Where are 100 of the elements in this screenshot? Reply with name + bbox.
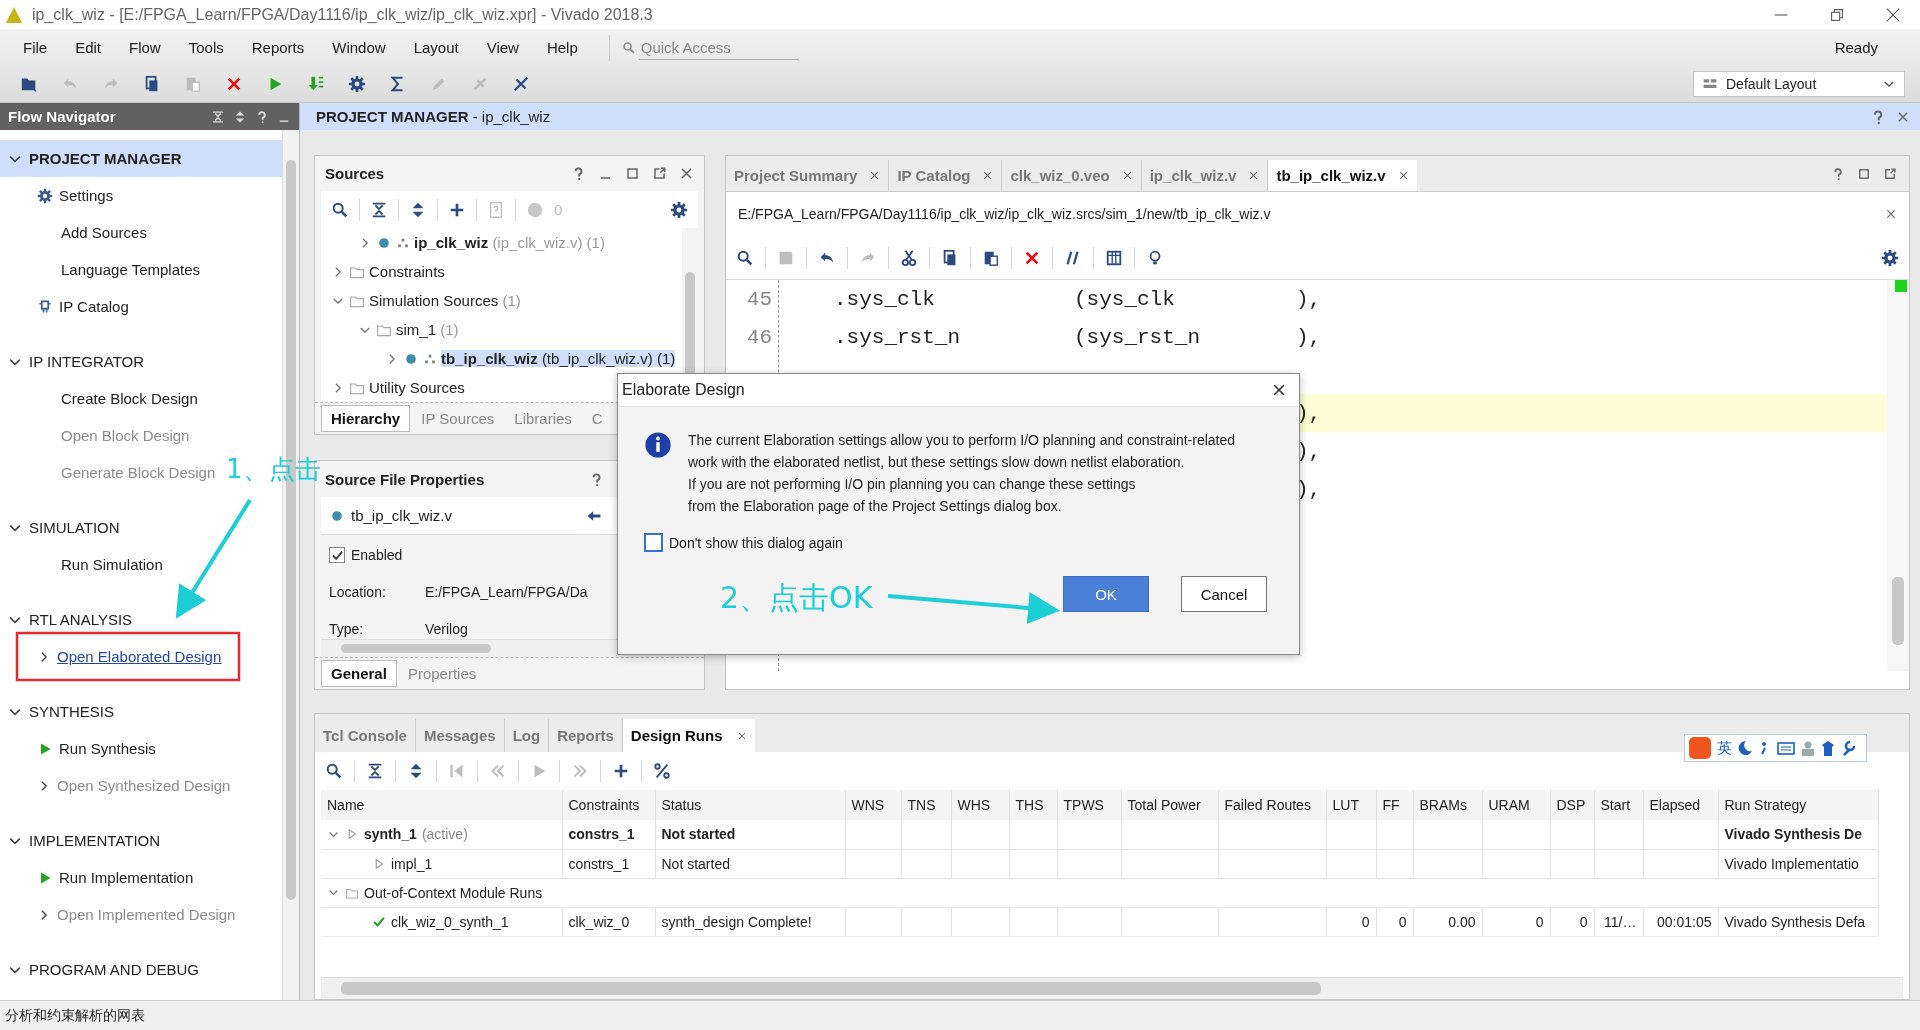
- section-header[interactable]: PROJECT MANAGER: [0, 140, 282, 177]
- menu-item[interactable]: Reports: [240, 39, 316, 56]
- tree-item[interactable]: sim_1 (1): [396, 321, 459, 338]
- column-header[interactable]: Constraints: [562, 790, 655, 820]
- section-header[interactable]: SYNTHESIS: [0, 693, 282, 730]
- section-header[interactable]: IP INTEGRATOR: [0, 343, 282, 380]
- menu-item[interactable]: Layout: [402, 39, 470, 56]
- section-title: SYNTHESIS: [29, 703, 115, 720]
- nav-item[interactable]: Run Simulation: [61, 556, 163, 573]
- table-cell: clk_wiz_0: [562, 907, 655, 936]
- code-text: ),: [1296, 287, 1322, 311]
- nav-item[interactable]: Run Implementation: [59, 869, 194, 886]
- column-header[interactable]: Run Strategy: [1718, 790, 1878, 820]
- nav-item[interactable]: Open Elaborated Design: [57, 648, 222, 665]
- section-title: RTL ANALYSIS: [29, 611, 133, 628]
- table-cell: Vivado Synthesis Defa: [1718, 907, 1878, 936]
- column-header[interactable]: URAM: [1482, 790, 1550, 820]
- column-header[interactable]: WHS: [951, 790, 1009, 820]
- menu-item[interactable]: Edit: [64, 39, 113, 56]
- column-header[interactable]: TNS: [901, 790, 951, 820]
- warning-count: 0: [554, 201, 563, 218]
- column-header[interactable]: Name: [321, 790, 562, 820]
- tree-item[interactable]: Simulation Sources (1): [369, 292, 521, 309]
- column-header[interactable]: FF: [1376, 790, 1413, 820]
- table-cell: 11/…: [1594, 907, 1643, 936]
- nav-item[interactable]: Run Synthesis: [59, 740, 156, 757]
- dialog-button[interactable]: Cancel: [1181, 576, 1267, 612]
- table-cell: constrs_1: [562, 849, 655, 878]
- input-mode[interactable]: 英: [1717, 738, 1732, 758]
- table-cell: 0.00: [1413, 907, 1482, 936]
- layout-dropdown[interactable]: Default Layout: [1693, 71, 1905, 97]
- column-header[interactable]: Start: [1594, 790, 1643, 820]
- section-title: IP INTEGRATOR: [29, 353, 145, 370]
- section-title: PROJECT MANAGER: [29, 150, 182, 167]
- status-text: Ready: [1834, 39, 1878, 56]
- table-cell: 0: [1482, 907, 1550, 936]
- tree-item[interactable]: ip_clk_wiz (ip_clk_wiz.v) (1): [414, 234, 605, 251]
- column-header[interactable]: Failed Routes: [1218, 790, 1326, 820]
- section-header[interactable]: PROGRAM AND DEBUG: [0, 951, 282, 988]
- menu-item[interactable]: Window: [321, 39, 397, 56]
- tab[interactable]: Design Runs: [622, 719, 755, 752]
- code-text: (sys_rst_n: [1074, 325, 1201, 349]
- section-title: PROGRAM AND DEBUG: [29, 961, 200, 978]
- column-header[interactable]: THS: [1009, 790, 1057, 820]
- run-name[interactable]: Out-of-Context Module Runs: [364, 884, 543, 901]
- table-cell: synth_design Complete!: [655, 907, 845, 936]
- column-header[interactable]: Elapsed: [1643, 790, 1718, 820]
- editor-tab[interactable]: clk_wiz_0.veo: [1002, 160, 1142, 191]
- menu-item[interactable]: Flow: [118, 39, 172, 56]
- quick-access-field[interactable]: Quick Access: [638, 35, 799, 60]
- table-cell: Vivado Implementatio: [1718, 849, 1878, 878]
- table-cell: 0: [1326, 907, 1376, 936]
- run-name[interactable]: impl_1: [391, 855, 433, 872]
- menu-item[interactable]: Tools: [177, 39, 235, 56]
- nav-item[interactable]: Add Sources: [61, 224, 147, 241]
- code-text: ),: [1296, 325, 1322, 349]
- column-header[interactable]: LUT: [1326, 790, 1376, 820]
- code-text: ),: [1296, 477, 1322, 501]
- window-title: ip_clk_wiz - [E:/FPGA_Learn/FPGA/Day1116/ip_clk_wiz/ip_clk_wiz.xpr] - Vivado 2018.3: [32, 5, 653, 24]
- column-header[interactable]: Status: [655, 790, 845, 820]
- status-message: 分析和约束解析的网表: [5, 1006, 145, 1025]
- checkbox-label: Enabled: [351, 547, 403, 564]
- nav-item[interactable]: Language Templates: [61, 261, 200, 278]
- annotation-text: 2、点击OK: [720, 579, 873, 617]
- table-cell: Vivado Synthesis De: [1718, 820, 1878, 849]
- menu-item[interactable]: Help: [535, 39, 589, 56]
- menu-item[interactable]: File: [12, 39, 59, 56]
- file-path: E:/FPGA_Learn/FPGA/Day1116/ip_clk_wiz/ip_clk_wiz.srcs/sim_1/new/tb_ip_clk_wiz.v: [738, 206, 1272, 222]
- nav-item[interactable]: Create Block Design: [61, 390, 198, 407]
- nav-item[interactable]: Settings: [59, 187, 114, 204]
- field-value: Verilog: [425, 620, 469, 637]
- nav-item[interactable]: IP Catalog: [59, 298, 129, 315]
- dialog-button[interactable]: OK: [1063, 576, 1149, 612]
- column-header[interactable]: Total Power: [1121, 790, 1218, 820]
- field-value: E:/FPGA_Learn/FPGA/Da: [425, 584, 589, 600]
- column-header[interactable]: BRAMs: [1413, 790, 1482, 820]
- run-name[interactable]: synth_1: [364, 826, 417, 843]
- tree-item[interactable]: tb_ip_clk_wiz (tb_ip_clk_wiz.v) (1): [441, 350, 676, 367]
- editor-tab[interactable]: Project Summary: [726, 160, 890, 191]
- tree-item[interactable]: Constraints: [369, 263, 445, 280]
- panel-title: Source File Properties: [325, 470, 486, 488]
- column-header[interactable]: WNS: [845, 790, 901, 820]
- menu-item[interactable]: View: [475, 39, 530, 56]
- file-name: tb_ip_clk_wiz.v: [351, 507, 453, 524]
- column-header[interactable]: DSP: [1550, 790, 1594, 820]
- tab[interactable]: Hierarchy: [321, 405, 411, 432]
- table-cell: 00:01:05: [1643, 907, 1718, 936]
- line-number: 46: [746, 325, 772, 349]
- tab[interactable]: General: [321, 660, 397, 687]
- tree-item[interactable]: Utility Sources: [369, 379, 465, 396]
- section-header[interactable]: SIMULATION: [0, 509, 282, 546]
- section-header[interactable]: IMPLEMENTATION: [0, 822, 282, 859]
- code-text: .sys_clk: [834, 287, 935, 311]
- editor-tab[interactable]: IP Catalog: [889, 160, 1003, 191]
- table-cell: 0: [1376, 907, 1413, 936]
- run-name[interactable]: clk_wiz_0_synth_1: [391, 913, 509, 930]
- section-header[interactable]: RTL ANALYSIS: [0, 601, 282, 638]
- ime-toolbar[interactable]: 英: [1684, 734, 1867, 762]
- column-header[interactable]: TPWS: [1057, 790, 1121, 820]
- editor-tab[interactable]: tb_ip_clk_wiz.v: [1268, 160, 1417, 191]
